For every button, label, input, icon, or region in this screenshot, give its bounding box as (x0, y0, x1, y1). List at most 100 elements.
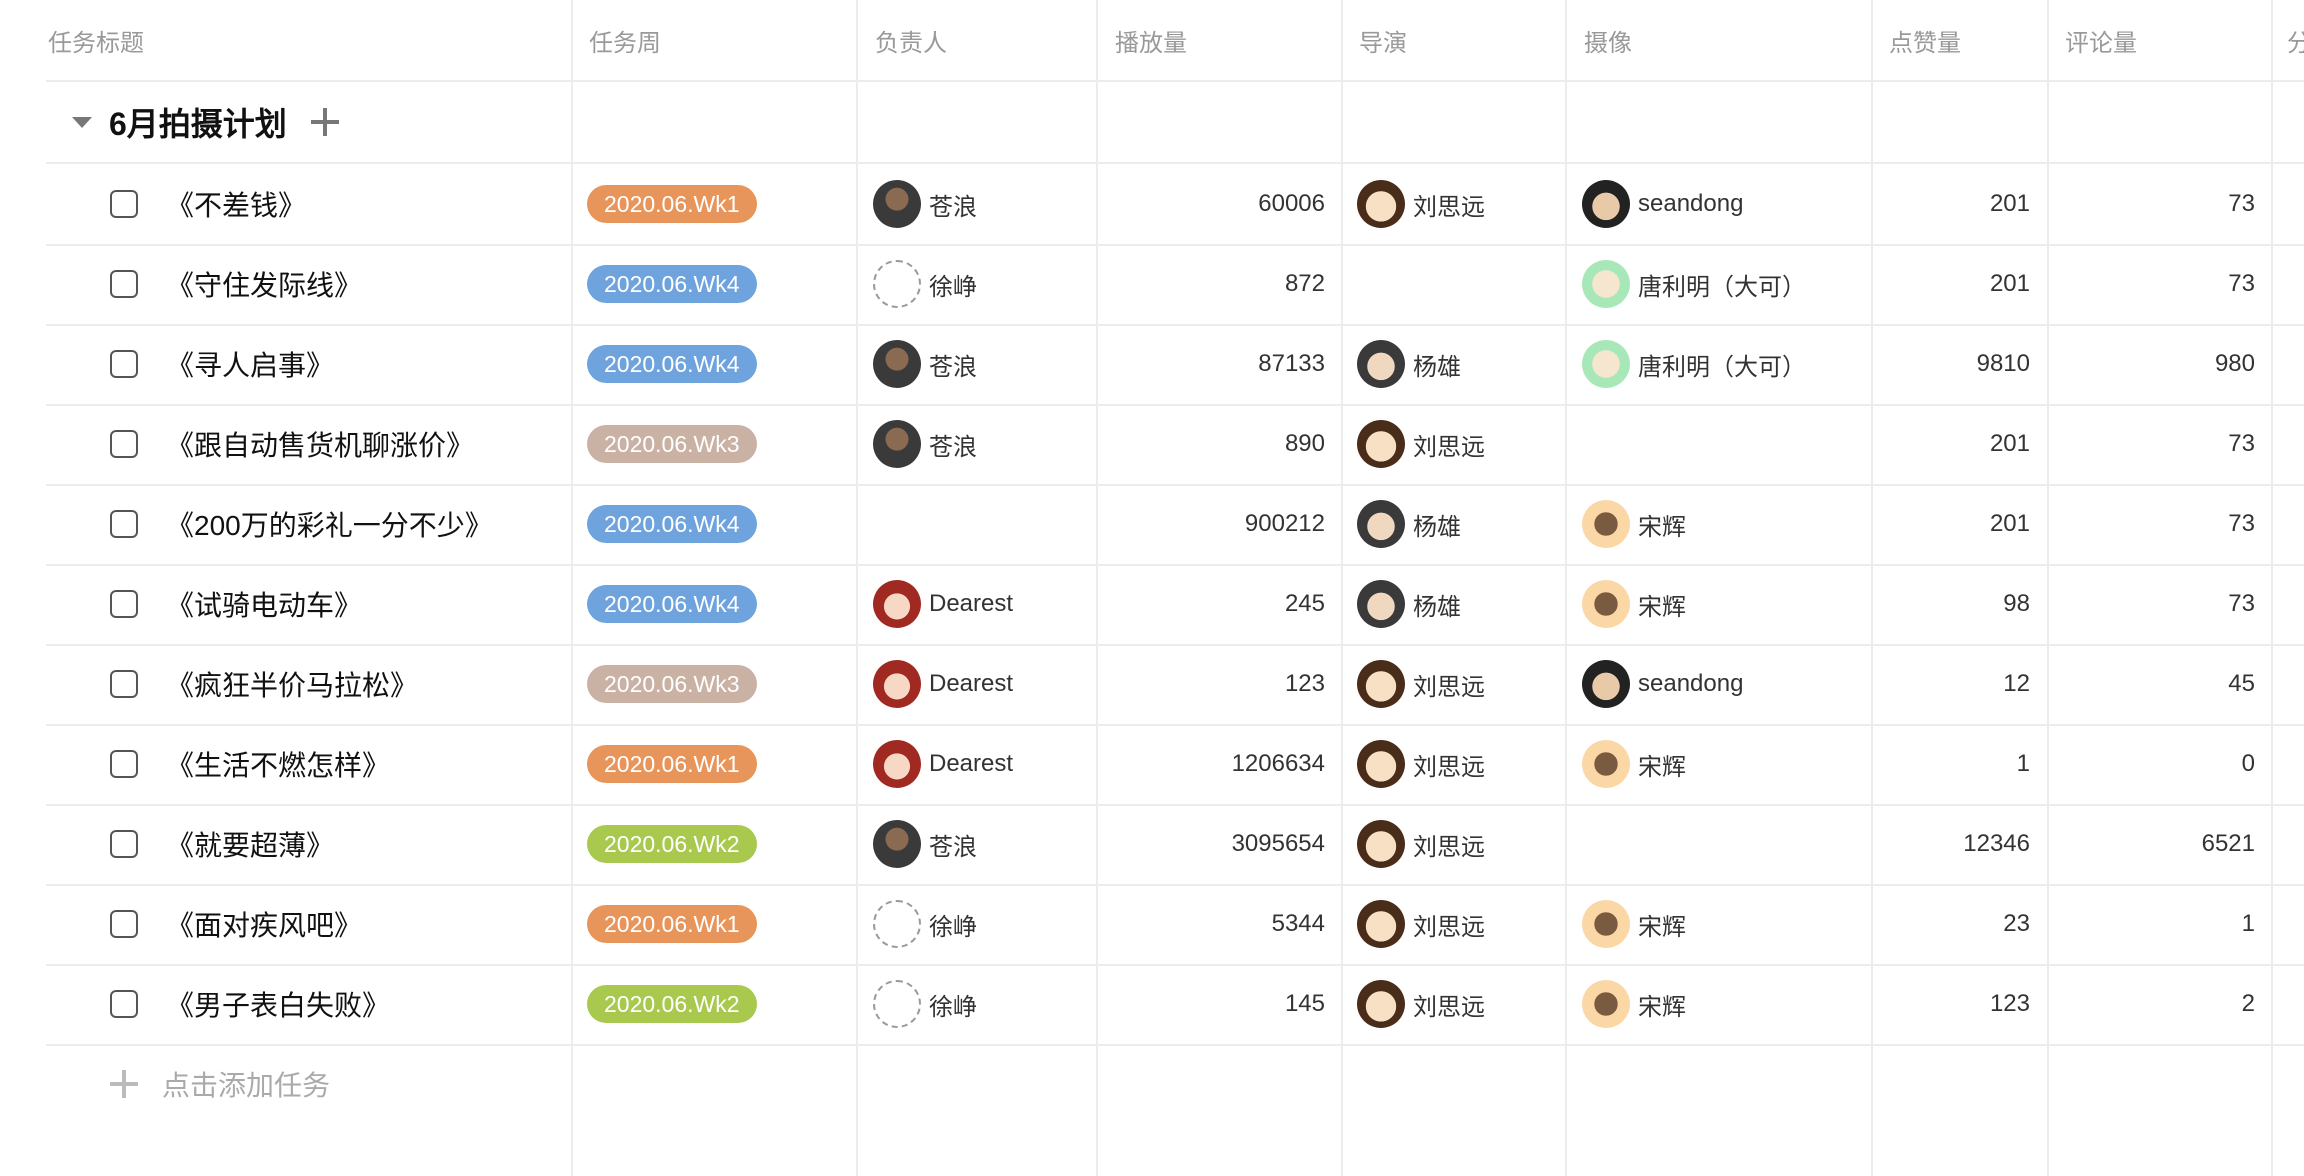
week-cell[interactable]: 2020.06.Wk4 (587, 484, 847, 564)
checkbox-cell[interactable] (110, 724, 146, 804)
task-checkbox[interactable] (110, 270, 138, 298)
plays-cell[interactable]: 145 (1113, 964, 1325, 1044)
task-title-cell[interactable]: 《守住发际线》 (166, 244, 566, 324)
comments-cell[interactable]: 73 (2063, 404, 2255, 484)
checkbox-cell[interactable] (110, 564, 146, 644)
plays-cell[interactable]: 1206634 (1113, 724, 1325, 804)
week-cell[interactable]: 2020.06.Wk2 (587, 804, 847, 884)
likes-cell[interactable]: 9810 (1887, 324, 2030, 404)
checkbox-cell[interactable] (110, 884, 146, 964)
likes-cell[interactable]: 98 (1887, 564, 2030, 644)
task-checkbox[interactable] (110, 670, 138, 698)
task-title-cell[interactable]: 《寻人启事》 (166, 324, 566, 404)
checkbox-cell[interactable] (110, 164, 146, 244)
comments-cell[interactable]: 2 (2063, 964, 2255, 1044)
task-checkbox[interactable] (110, 430, 138, 458)
checkbox-cell[interactable] (110, 964, 146, 1044)
task-checkbox[interactable] (110, 590, 138, 618)
camera-cell[interactable]: 宋辉 (1582, 724, 1862, 804)
column-header-owner[interactable]: 负责人 (873, 0, 1088, 80)
add-task-button[interactable]: 点击添加任务 (110, 1044, 570, 1124)
task-checkbox[interactable] (110, 190, 138, 218)
camera-cell[interactable] (1582, 404, 1862, 484)
likes-cell[interactable]: 12346 (1887, 804, 2030, 884)
week-cell[interactable]: 2020.06.Wk3 (587, 644, 847, 724)
task-title-cell[interactable]: 《跟自动售货机聊涨价》 (166, 404, 566, 484)
plays-cell[interactable]: 872 (1113, 244, 1325, 324)
director-cell[interactable]: 杨雄 (1357, 564, 1557, 644)
director-cell[interactable]: 刘思远 (1357, 404, 1557, 484)
comments-cell[interactable]: 1 (2063, 884, 2255, 964)
week-cell[interactable]: 2020.06.Wk2 (587, 964, 847, 1044)
checkbox-cell[interactable] (110, 404, 146, 484)
owner-cell[interactable]: Dearest (873, 724, 1088, 804)
camera-cell[interactable]: seandong (1582, 164, 1862, 244)
task-title-cell[interactable]: 《不差钱》 (166, 164, 566, 244)
task-checkbox[interactable] (110, 910, 138, 938)
comments-cell[interactable]: 6521 (2063, 804, 2255, 884)
task-checkbox[interactable] (110, 510, 138, 538)
camera-cell[interactable]: 宋辉 (1582, 884, 1862, 964)
task-title-cell[interactable]: 《面对疾风吧》 (166, 884, 566, 964)
column-header-comments[interactable]: 评论量 (2063, 0, 2263, 80)
week-cell[interactable]: 2020.06.Wk4 (587, 324, 847, 404)
task-title-cell[interactable]: 《试骑电动车》 (166, 564, 566, 644)
comments-cell[interactable]: 73 (2063, 564, 2255, 644)
comments-cell[interactable]: 73 (2063, 244, 2255, 324)
camera-cell[interactable]: 宋辉 (1582, 964, 1862, 1044)
week-cell[interactable]: 2020.06.Wk1 (587, 724, 847, 804)
owner-cell[interactable]: Dearest (873, 564, 1088, 644)
director-cell[interactable]: 刘思远 (1357, 964, 1557, 1044)
owner-cell[interactable]: 徐峥 (873, 244, 1088, 324)
column-header-director[interactable]: 导演 (1357, 0, 1557, 80)
plays-cell[interactable]: 3095654 (1113, 804, 1325, 884)
week-cell[interactable]: 2020.06.Wk3 (587, 404, 847, 484)
director-cell[interactable]: 刘思远 (1357, 164, 1557, 244)
plays-cell[interactable]: 900212 (1113, 484, 1325, 564)
plays-cell[interactable]: 5344 (1113, 884, 1325, 964)
task-checkbox[interactable] (110, 990, 138, 1018)
column-header-plays[interactable]: 播放量 (1113, 0, 1333, 80)
likes-cell[interactable]: 1 (1887, 724, 2030, 804)
camera-cell[interactable]: 宋辉 (1582, 564, 1862, 644)
comments-cell[interactable]: 0 (2063, 724, 2255, 804)
likes-cell[interactable]: 201 (1887, 244, 2030, 324)
camera-cell[interactable]: seandong (1582, 644, 1862, 724)
director-cell[interactable]: 杨雄 (1357, 324, 1557, 404)
week-cell[interactable]: 2020.06.Wk1 (587, 884, 847, 964)
plays-cell[interactable]: 245 (1113, 564, 1325, 644)
likes-cell[interactable]: 201 (1887, 484, 2030, 564)
likes-cell[interactable]: 201 (1887, 164, 2030, 244)
column-header-likes[interactable]: 点赞量 (1887, 0, 2037, 80)
checkbox-cell[interactable] (110, 244, 146, 324)
task-title-cell[interactable]: 《200万的彩礼一分不少》 (166, 484, 566, 564)
camera-cell[interactable]: 唐利明（大可） (1582, 244, 1862, 324)
week-cell[interactable]: 2020.06.Wk4 (587, 564, 847, 644)
likes-cell[interactable]: 123 (1887, 964, 2030, 1044)
plays-cell[interactable]: 123 (1113, 644, 1325, 724)
column-header-title[interactable]: 任务标题 (46, 0, 566, 80)
comments-cell[interactable]: 73 (2063, 484, 2255, 564)
likes-cell[interactable]: 201 (1887, 404, 2030, 484)
director-cell[interactable]: 刘思远 (1357, 644, 1557, 724)
likes-cell[interactable]: 12 (1887, 644, 2030, 724)
owner-cell[interactable]: 徐峥 (873, 884, 1088, 964)
director-cell[interactable]: 杨雄 (1357, 484, 1557, 564)
checkbox-cell[interactable] (110, 644, 146, 724)
director-cell[interactable]: 刘思远 (1357, 724, 1557, 804)
checkbox-cell[interactable] (110, 324, 146, 404)
group-toggle[interactable] (58, 116, 106, 128)
checkbox-cell[interactable] (110, 804, 146, 884)
task-checkbox[interactable] (110, 350, 138, 378)
task-title-cell[interactable]: 《就要超薄》 (166, 804, 566, 884)
likes-cell[interactable]: 23 (1887, 884, 2030, 964)
owner-cell[interactable] (873, 484, 1088, 564)
week-cell[interactable]: 2020.06.Wk1 (587, 164, 847, 244)
plays-cell[interactable]: 60006 (1113, 164, 1325, 244)
owner-cell[interactable]: 苍浪 (873, 804, 1088, 884)
comments-cell[interactable]: 73 (2063, 164, 2255, 244)
camera-cell[interactable] (1582, 804, 1862, 884)
owner-cell[interactable]: 苍浪 (873, 164, 1088, 244)
column-header-week[interactable]: 任务周 (587, 0, 847, 80)
task-title-cell[interactable]: 《生活不燃怎样》 (166, 724, 566, 804)
